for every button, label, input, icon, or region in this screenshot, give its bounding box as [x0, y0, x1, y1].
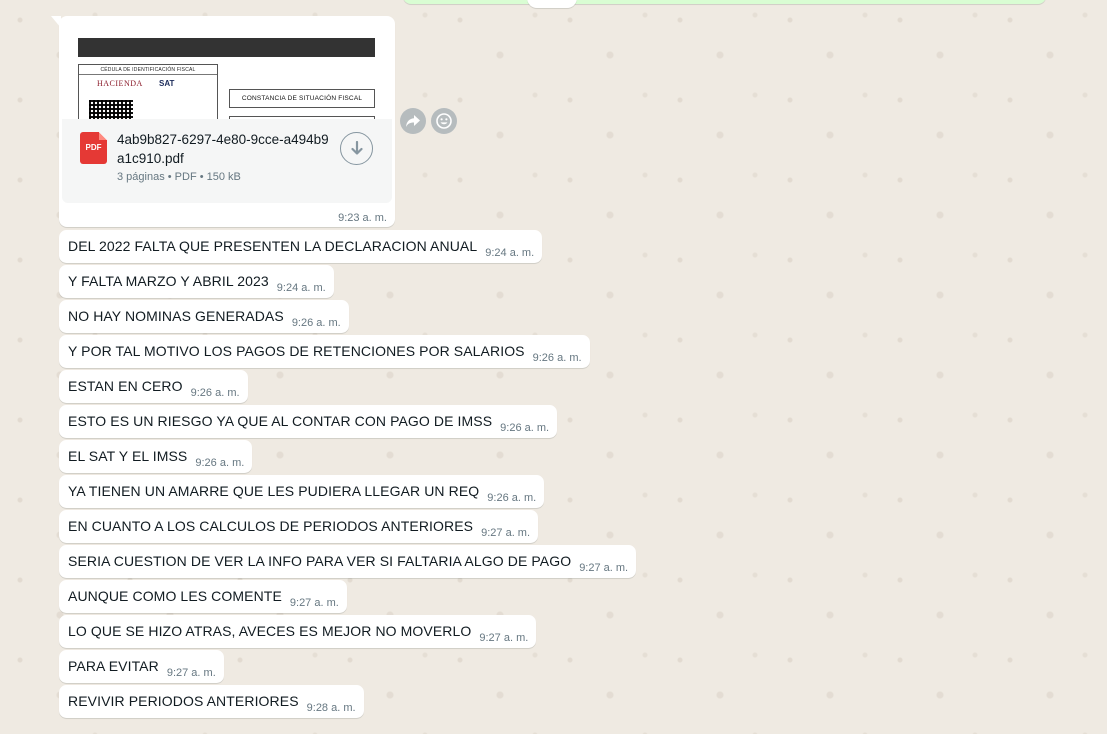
message-bubble[interactable]: EN CUANTO A LOS CALCULOS DE PERIODOS ANT…: [59, 510, 539, 543]
message-text: ESTAN EN CERO: [68, 377, 183, 394]
message-text: SERIA CUESTION DE VER LA INFO PARA VER S…: [68, 552, 572, 569]
message-bubble[interactable]: DEL 2022 FALTA QUE PRESENTEN LA DECLARAC…: [59, 230, 543, 263]
forward-button[interactable]: [400, 108, 426, 134]
message-text: EL SAT Y EL IMSS: [68, 447, 188, 464]
message-bubble[interactable]: PARA EVITAR 9:27 a. m.: [59, 650, 224, 683]
message-time: 9:24 a. m.: [276, 281, 326, 294]
forward-icon: [406, 115, 420, 127]
react-button[interactable]: [431, 108, 457, 134]
message-text: Y FALTA MARZO Y ABRIL 2023: [68, 272, 269, 289]
preview-qr-code: [89, 100, 133, 121]
download-button[interactable]: [340, 132, 373, 165]
message-time: 9:26 a. m.: [487, 491, 537, 504]
message-time: 9:27 a. m.: [579, 561, 629, 574]
message-text: Y POR TAL MOTIVO LOS PAGOS DE RETENCIONE…: [68, 342, 525, 359]
message-time: 9:26 a. m.: [195, 456, 245, 469]
message-time: 9:27 a. m.: [479, 631, 529, 644]
preview-sat-logo: SAT: [159, 79, 175, 88]
message-bubble[interactable]: ESTAN EN CERO 9:26 a. m.: [59, 370, 248, 403]
message-time: 9:27 a. m.: [166, 666, 216, 679]
document-file-name: 4ab9b827-6297-4e80-9cce-a494b9a1c910.pdf: [117, 132, 329, 166]
message-text: LO QUE SE HIZO ATRAS, AVECES ES MEJOR NO…: [68, 622, 472, 639]
message-bubble[interactable]: AUNQUE COMO LES COMENTE 9:27 a. m.: [59, 580, 347, 613]
message-text: EN CUANTO A LOS CALCULOS DE PERIODOS ANT…: [68, 517, 474, 534]
message-text: DEL 2022 FALTA QUE PRESENTEN LA DECLARAC…: [68, 237, 478, 254]
message-bubble[interactable]: EL SAT Y EL IMSS 9:26 a. m.: [59, 440, 253, 473]
outgoing-message-bubble[interactable]: [403, 0, 1046, 4]
message-time: 9:28 a. m.: [306, 701, 356, 714]
download-icon: [350, 140, 363, 155]
message-text: NO HAY NOMINAS GENERADAS: [68, 307, 284, 324]
message-bubble[interactable]: ESTO ES UN RIESGO YA QUE AL CONTAR CON P…: [59, 405, 558, 438]
message-bubble[interactable]: YA TIENEN UN AMARRE QUE LES PUDIERA LLEG…: [59, 475, 545, 508]
message-bubble[interactable]: NO HAY NOMINAS GENERADAS 9:26 a. m.: [59, 300, 349, 333]
document-preview[interactable]: CÉDULA DE IDENTIFICACIÓN FISCAL HACIENDA…: [62, 19, 392, 121]
message-time: 9:26 a. m.: [532, 351, 582, 364]
message-time: 9:26 a. m.: [190, 386, 240, 399]
message-text: ESTO ES UN RIESGO YA QUE AL CONTAR CON P…: [68, 412, 493, 429]
message-bubble[interactable]: Y FALTA MARZO Y ABRIL 2023 9:24 a. m.: [59, 265, 334, 298]
preview-constancia-box: CONSTANCIA DE SITUACIÓN FISCAL: [229, 89, 375, 108]
preview-cedula: CÉDULA DE IDENTIFICACIÓN FISCAL HACIENDA…: [78, 64, 218, 121]
preview-header-bar: [78, 38, 375, 57]
pdf-icon: PDF: [80, 132, 107, 164]
message-bubble[interactable]: SERIA CUESTION DE VER LA INFO PARA VER S…: [59, 545, 637, 578]
document-file-meta: 3 páginas • PDF • 150 kB: [117, 171, 241, 183]
document-message-bubble[interactable]: CÉDULA DE IDENTIFICACIÓN FISCAL HACIENDA…: [59, 16, 395, 227]
message-text: REVIVIR PERIODOS ANTERIORES: [68, 692, 299, 709]
message-time: 9:24 a. m.: [485, 246, 535, 259]
message-time: 9:27 a. m.: [289, 596, 339, 609]
message-time: 9:26 a. m.: [500, 421, 550, 434]
message-bubble[interactable]: Y POR TAL MOTIVO LOS PAGOS DE RETENCIONE…: [59, 335, 590, 368]
message-text: AUNQUE COMO LES COMENTE: [68, 587, 282, 604]
preview-hacienda-logo: HACIENDA: [97, 79, 143, 88]
message-time: 9:23 a. m.: [338, 212, 387, 224]
message-bubble[interactable]: REVIVIR PERIODOS ANTERIORES 9:28 a. m.: [59, 685, 364, 718]
document-file-row[interactable]: PDF 4ab9b827-6297-4e80-9cce-a494b9a1c910…: [62, 119, 392, 203]
message-text: PARA EVITAR: [68, 657, 159, 674]
date-chip: [527, 0, 577, 8]
preview-cedula-title: CÉDULA DE IDENTIFICACIÓN FISCAL: [79, 65, 217, 75]
message-text: YA TIENEN UN AMARRE QUE LES PUDIERA LLEG…: [68, 482, 480, 499]
emoji-icon: [436, 113, 452, 129]
message-time: 9:26 a. m.: [291, 316, 341, 329]
message-bubble[interactable]: LO QUE SE HIZO ATRAS, AVECES ES MEJOR NO…: [59, 615, 537, 648]
message-time: 9:27 a. m.: [481, 526, 531, 539]
